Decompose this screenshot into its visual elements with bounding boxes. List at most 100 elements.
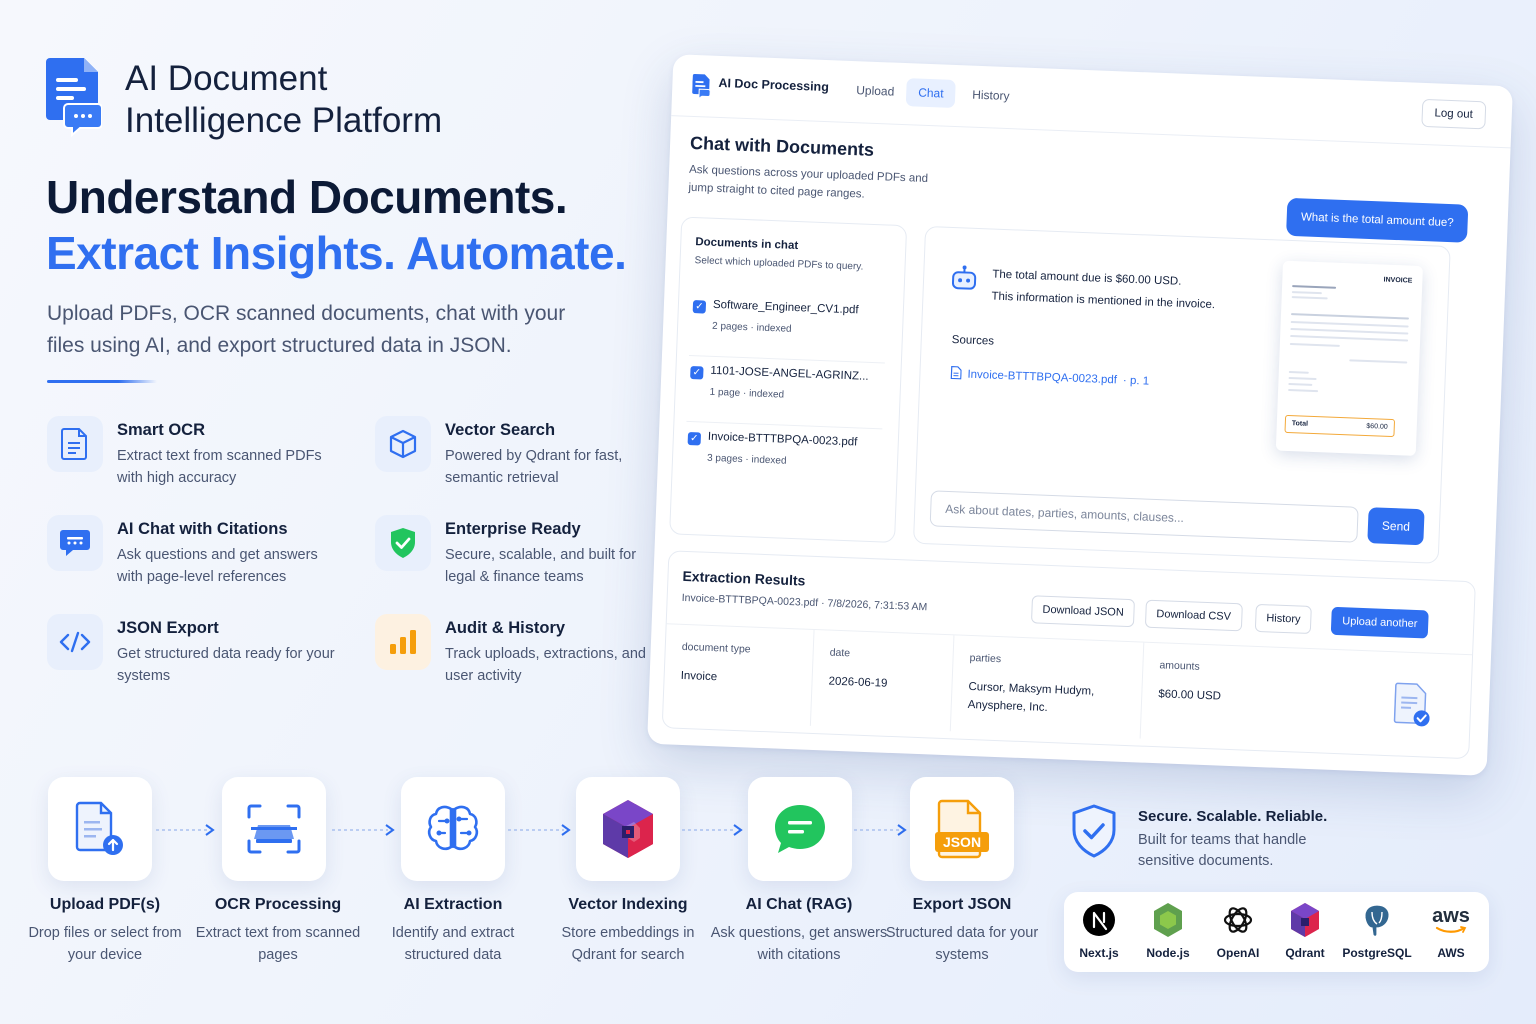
step-ai-chat-card [748, 777, 852, 881]
step-title: AI Extraction [403, 896, 503, 913]
field-amounts: amounts $60.00 USD [1141, 643, 1345, 747]
document-name: Invoice-BTTTBPQA-0023.pdf [707, 430, 858, 449]
step-ocr-card [222, 777, 326, 881]
source-citation-link[interactable]: Invoice-BTTTBPQA-0023.pdf · p. 1 [950, 365, 1150, 388]
document-name: Software_Engineer_CV1.pdf [712, 298, 859, 317]
hero-headline: Understand Documents. [46, 171, 568, 223]
brand-logo-icon [46, 56, 103, 138]
feature-json-export: JSON Export Get structured data ready fo… [47, 614, 347, 694]
step-title: OCR Processing [214, 896, 342, 913]
extraction-fields: document type Invoice date 2026-06-19 pa… [662, 623, 1473, 759]
source-page: · p. 1 [1122, 374, 1150, 388]
download-json-button[interactable]: Download JSON [1030, 595, 1136, 628]
feature-desc: Get structured data ready for your syste… [117, 646, 335, 684]
svg-text:JSON: JSON [943, 834, 981, 850]
scan-icon [247, 804, 301, 854]
shield-icon [375, 515, 431, 571]
document-name: 1101-JOSE-ANGEL-AGRINZ... [710, 364, 869, 383]
download-csv-button[interactable]: Download CSV [1144, 599, 1243, 632]
feature-desc: Track uploads, extractions, and user act… [445, 646, 646, 684]
chat-bubble-icon [775, 805, 825, 853]
feature-audit-history: Audit & History Track uploads, extractio… [375, 614, 675, 694]
app-window: AI Doc Processing Upload Chat History Lo… [647, 54, 1513, 776]
feature-enterprise-ready: Enterprise Ready Secure, scalable, and b… [375, 515, 675, 595]
robot-icon [950, 264, 979, 293]
tech-name: AWS [1437, 946, 1465, 960]
feature-title: AI Chat with Citations [117, 520, 288, 538]
invoice-total-highlight: $60.00 Total [1284, 414, 1396, 438]
step-upload-pdf-card [48, 777, 152, 881]
tech-nodejs: Node.js [1133, 902, 1203, 960]
feature-title: Enterprise Ready [445, 520, 581, 538]
brain-icon [427, 805, 479, 851]
step-export-json-card: JSON [910, 777, 1014, 881]
secure-shield-icon [1070, 804, 1118, 858]
upload-pdf-icon [75, 801, 123, 855]
hero-headline-accent: Extract Insights. Automate. [46, 227, 627, 279]
tab-upload[interactable]: Upload [844, 76, 907, 106]
step-desc: Extract text from scanned pages [195, 925, 361, 963]
document-checkbox[interactable]: ✓ [692, 300, 707, 314]
send-button[interactable]: Send [1367, 507, 1425, 546]
documents-panel-subtitle: Select which uploaded PDFs to query. [694, 255, 864, 273]
feature-desc: Secure, scalable, and built for legal & … [445, 547, 637, 585]
field-label: date [829, 646, 851, 660]
app-logo-icon [692, 73, 711, 98]
field-value: Cursor, Maksym Hudym, Anysphere, Inc. [967, 680, 1095, 714]
tech-name: OpenAI [1216, 946, 1260, 960]
extraction-timestamp: 7/8/2026, 7:31:53 AM [827, 597, 928, 614]
app-navbar: AI Doc Processing Upload Chat History Lo… [671, 54, 1513, 149]
flow-arrow [682, 824, 743, 836]
step-title: Upload PDF(s) [49, 896, 161, 913]
app-name: AI Doc Processing [718, 75, 830, 95]
logout-button[interactable]: Log out [1420, 98, 1487, 130]
step-desc: Drop files or select from your device [28, 925, 182, 963]
tech-postgresql: PostgreSQL [1342, 902, 1412, 960]
history-button[interactable]: History [1254, 603, 1313, 635]
assistant-answer: The total amount due is $60.00 USD. This… [991, 264, 1243, 318]
extraction-file: Invoice-BTTTBPQA-0023.pdf [681, 591, 819, 610]
step-title: Export JSON [912, 896, 1012, 913]
feature-smart-ocr: Smart OCR Extract text from scanned PDFs… [47, 416, 347, 496]
chat-subtitle: Ask questions across your uploaded PDFs … [688, 163, 929, 201]
field-label: document type [681, 640, 751, 656]
sources-label: Sources [951, 334, 995, 348]
bar-chart-icon [375, 614, 431, 670]
feature-ai-chat: AI Chat with Citations Ask questions and… [47, 515, 347, 595]
chat-icon [47, 515, 103, 571]
feature-vector-search: Vector Search Powered by Qdrant for fast… [375, 416, 675, 496]
invoice-total-label: Total [1291, 420, 1309, 428]
field-date: date 2026-06-19 [810, 629, 955, 732]
tab-chat[interactable]: Chat [905, 78, 957, 108]
document-checkbox[interactable]: ✓ [690, 366, 704, 380]
document-item[interactable]: ✓ 1101-JOSE-ANGEL-AGRINZ... 1 page · ind… [686, 359, 885, 430]
upload-another-button[interactable]: Upload another [1330, 606, 1429, 639]
brand-title: AI Document Intelligence Platform [125, 58, 525, 142]
tech-name: Node.js [1146, 946, 1190, 960]
nextjs-logo [1081, 902, 1117, 938]
tab-history[interactable]: History [960, 80, 1022, 110]
document-checkbox[interactable]: ✓ [687, 431, 702, 446]
field-label: parties [969, 651, 1002, 666]
document-item[interactable]: ✓ Invoice-BTTTBPQA-0023.pdf 3 pages · in… [684, 426, 882, 495]
tech-openai: OpenAI [1203, 902, 1273, 960]
brand-title-line1: AI Document [125, 59, 328, 98]
invoice-preview[interactable]: INVOICE $60.00 Total [1275, 260, 1423, 456]
field-label: amounts [1159, 659, 1200, 673]
field-value: $60.00 USD [1158, 688, 1222, 703]
aws-logo: aws [1432, 902, 1470, 938]
flow-arrow [508, 824, 571, 836]
feature-title: Audit & History [445, 619, 566, 637]
feature-title: Smart OCR [117, 421, 206, 439]
feature-desc: Extract text from scanned PDFs with high… [117, 448, 322, 486]
chat-title: Chat with Documents [689, 132, 875, 160]
document-item[interactable]: ✓ Software_Engineer_CV1.pdf 2 pages · in… [688, 293, 888, 364]
feature-desc: Ask questions and get answers with page-… [117, 547, 318, 585]
step-vector-indexing-card [576, 777, 680, 881]
document-icon [47, 416, 103, 472]
feature-desc: Powered by Qdrant for fast, semantic ret… [445, 448, 623, 486]
tech-nextjs: Next.js [1064, 902, 1134, 960]
tech-name: Qdrant [1285, 946, 1325, 960]
user-message-bubble: What is the total amount due? [1286, 197, 1469, 243]
field-document-type: document type Invoice [662, 624, 815, 726]
